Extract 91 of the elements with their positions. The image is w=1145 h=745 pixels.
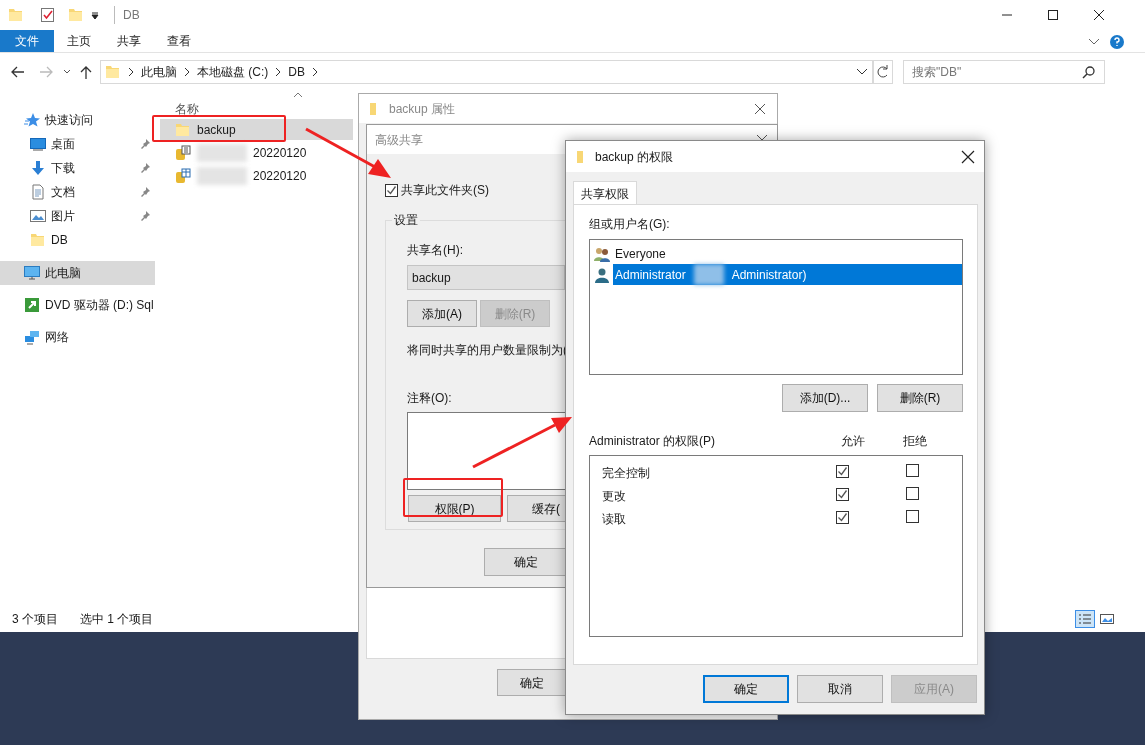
checkbox[interactable]	[906, 509, 919, 523]
file-row[interactable]: 20220120	[160, 165, 309, 186]
folder-icon	[8, 7, 24, 23]
thumbnail-view-icon[interactable]	[1099, 611, 1115, 627]
nav-item[interactable]: 此电脑	[0, 261, 155, 285]
chevron-right-icon	[311, 67, 319, 77]
ribbon-tab[interactable]: 文件	[0, 30, 54, 52]
down-arrow-icon	[30, 160, 46, 176]
ok-button[interactable]: 确定	[484, 548, 566, 576]
user-list[interactable]: Everyone Administrator Administrator)	[589, 239, 963, 375]
group-title: 设置	[392, 211, 420, 229]
button[interactable]: 删除(R)	[877, 384, 963, 412]
nav-item[interactable]: 下载	[0, 156, 155, 180]
disc-drive-icon	[24, 297, 40, 313]
nav-item[interactable]: 桌面	[0, 132, 155, 156]
checkbox[interactable]	[836, 464, 849, 478]
nav-item[interactable]: 快速访问	[0, 108, 155, 132]
list-item[interactable]: Administrator Administrator)	[613, 264, 962, 285]
nav-item[interactable]: DVD 驱动器 (D:) Sql	[0, 293, 155, 317]
field-label: 注释(O):	[407, 390, 453, 407]
chevron-right-icon	[274, 67, 283, 77]
list-label: 组或用户名(G):	[589, 216, 671, 233]
button[interactable]: 确定	[703, 675, 789, 703]
ribbon-tab[interactable]: 主页	[54, 30, 104, 52]
status-text: 选中 1 个项目	[80, 611, 154, 628]
checkbox[interactable]	[836, 510, 849, 524]
list-label: Administrator 的权限(P)	[589, 433, 717, 450]
nav-item[interactable]: 文档	[0, 180, 155, 204]
folder-icon	[68, 7, 84, 23]
permission-name: 完全控制	[602, 464, 651, 482]
window-title: DB	[114, 6, 140, 24]
column-header: 允许	[841, 433, 866, 450]
folder-icon	[576, 149, 586, 164]
permissions-button[interactable]: 权限(P)	[408, 495, 501, 522]
document-icon	[30, 184, 46, 200]
dialog-title: backup 的权限	[595, 148, 674, 166]
chevron-right-icon	[183, 67, 191, 77]
column-header[interactable]: 名称	[175, 102, 199, 116]
monitor-icon	[30, 136, 46, 152]
person-icon	[594, 266, 610, 283]
checkbox[interactable]	[836, 487, 849, 501]
text-area[interactable]	[407, 412, 566, 490]
file-row[interactable]: 20220120	[160, 142, 309, 163]
back-arrow-icon[interactable]	[10, 64, 26, 80]
database-file-icon	[175, 144, 191, 161]
dialog-title: backup 属性	[389, 100, 456, 118]
checkbox[interactable]	[906, 486, 919, 500]
folder-icon	[105, 64, 121, 80]
search-icon	[1082, 65, 1096, 79]
ribbon-tab[interactable]: 查看	[154, 30, 204, 52]
refresh-icon[interactable]	[873, 60, 893, 84]
permission-name: 更改	[602, 487, 627, 505]
ok-button[interactable]: 确定	[497, 669, 567, 696]
checkbox[interactable]	[385, 183, 398, 197]
button[interactable]: 添加(A)	[407, 300, 477, 327]
dialog-title: 高级共享	[375, 131, 423, 149]
button[interactable]: 添加(D)...	[782, 384, 868, 412]
monitor-icon	[24, 265, 40, 281]
status-text: 3 个项目	[12, 611, 58, 628]
breadcrumb-item[interactable]: 本地磁盘 (C:)	[197, 63, 269, 81]
button[interactable]: 取消	[797, 675, 883, 703]
star-icon	[24, 112, 40, 128]
field-label: 共享名(H):	[407, 242, 464, 259]
permission-name: 读取	[602, 510, 627, 528]
breadcrumb-item[interactable]: DB	[288, 63, 305, 81]
checkbox-label: 共享此文件夹(S)	[401, 182, 489, 199]
address-bar[interactable]: 此电脑 本地磁盘 (C:) DB	[100, 60, 873, 84]
nav-item[interactable]: DB	[0, 228, 155, 252]
chevron-down-icon	[856, 67, 868, 77]
database-table-icon	[175, 167, 191, 184]
chevron-right-icon	[127, 67, 135, 77]
nav-item[interactable]: 网络	[0, 325, 155, 349]
file-row[interactable]: backup	[160, 119, 353, 140]
input-field[interactable]: backup	[407, 265, 565, 290]
up-arrow-icon[interactable]	[78, 64, 94, 80]
two-people-icon	[594, 245, 610, 262]
ribbon-tab[interactable]: 共享	[104, 30, 154, 52]
breadcrumb-item[interactable]: 此电脑	[141, 63, 177, 81]
network-icon	[24, 329, 40, 345]
list-item[interactable]: Everyone	[613, 243, 962, 264]
checkbox[interactable]	[906, 463, 919, 477]
cache-button[interactable]: 缓存(	[507, 495, 566, 522]
picture-icon	[30, 208, 46, 224]
column-header: 拒绝	[903, 433, 928, 450]
tab[interactable]: 共享权限	[573, 181, 637, 205]
sort-caret-icon	[293, 91, 303, 99]
nav-item[interactable]: 图片	[0, 204, 155, 228]
checklist-icon	[40, 7, 56, 23]
search-field[interactable]: 搜索"DB"	[903, 60, 1105, 84]
folder-icon	[175, 121, 191, 138]
folder-icon	[30, 232, 46, 248]
